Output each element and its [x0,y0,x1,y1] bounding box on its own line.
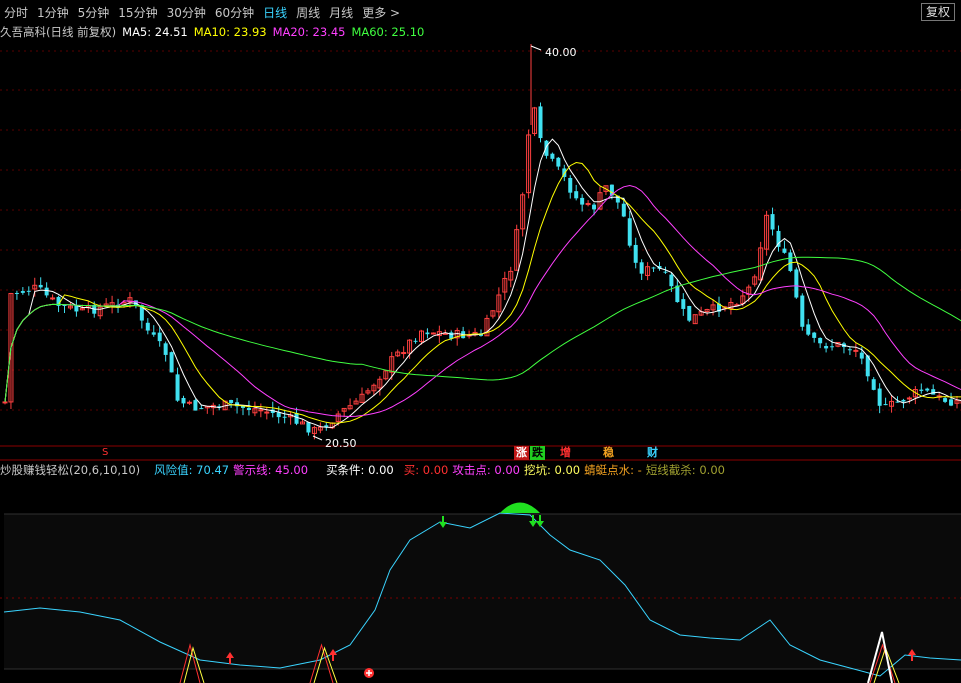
candle-body-27 [163,343,168,355]
indicator-plot-area [4,514,961,669]
candle-body-47 [282,416,287,418]
candle-body-31 [186,401,192,404]
candle-body-26 [157,332,162,342]
candle-body-99 [592,204,597,210]
candle-body-30 [181,397,186,404]
candle-body-29 [175,374,180,401]
candle-body-143 [853,349,859,352]
candle-body-132 [788,252,793,271]
candle-body-4 [26,290,31,292]
risk-value: 风险值: 70.47 [154,463,230,477]
buy-value: 买: 0.00 [403,463,449,477]
candle-body-8 [50,297,56,300]
candle-body-133 [794,269,799,298]
candle-body-151 [901,399,906,402]
signal-zeng: 增 [560,446,571,459]
candle-body-33 [199,408,204,410]
candle-body-69 [413,340,418,342]
candle-body-159 [949,399,954,406]
candle-body-28 [169,352,174,373]
candle-body-115 [687,305,692,321]
candle-body-90 [538,106,543,139]
signal-cai: 财 [647,446,658,459]
candle-body-93 [556,157,561,167]
short-kill-value: 短线截杀: 0.00 [645,463,725,477]
candle-body-91 [544,140,549,156]
candle-body-138 [824,346,829,349]
candle-body-3 [20,291,25,293]
attack-point-value: 攻击点: 0.00 [452,463,520,477]
candle-body-155 [925,388,930,391]
candle-body-7 [44,287,49,296]
candle-body-24 [145,322,150,331]
candle-body-49 [294,412,299,424]
dig-value: 挖坑: 0.00 [523,463,581,477]
candle-body-147 [877,388,882,406]
indicator-info-bar: 炒股赚钱轻松(20,6,10,10) 风险值: 70.47 警示线: 45.00… [0,461,729,479]
candle-body-44 [264,411,270,414]
candle-body-158 [943,398,948,402]
candle-body-41 [246,407,251,410]
candle-body-32 [193,400,198,411]
candle-body-131 [782,248,787,253]
candle-body-112 [669,274,674,287]
candle-body-6 [38,284,43,288]
candle-body-51 [306,422,311,433]
ma5-line [4,138,961,429]
candle-body-95 [568,177,573,193]
candle-body-156 [931,389,936,395]
candle-body-67 [401,352,407,355]
candle-body-134 [800,295,805,327]
candle-body-148 [883,404,888,406]
candle-body-137 [818,337,823,344]
candle-body-96 [574,191,579,199]
kline-chart[interactable]: 40.00 20.50 [0,0,961,683]
high-price-label: 40.00 [545,46,577,59]
candle-body-135 [806,324,811,335]
candle-body-109 [651,267,656,269]
candle-body-104 [621,203,626,217]
indicator-name[interactable]: 炒股赚钱轻松(20,6,10,10) [0,461,140,479]
candle-body-92 [550,153,555,159]
ma10-line [4,161,961,424]
candle-body-139 [830,346,835,348]
signal-wen: 稳 [603,446,614,459]
candle-body-72 [430,332,436,335]
high-label-pointer [530,45,542,51]
warn-line-value: 警示线: 45.00 [233,463,309,477]
candle-body-0 [2,401,8,404]
sell-s-mark: S [102,447,109,458]
candle-body-46 [276,412,281,418]
ma20-line [4,184,961,418]
candle-body-154 [919,389,924,391]
candle-body-129 [770,214,775,230]
peak-green-hump [500,502,540,513]
dragonfly-value: 蜻蜓点水: - [584,463,642,477]
candle-body-106 [633,244,638,263]
candle-body-152 [906,397,912,400]
candle-body-2 [14,292,19,294]
candle-body-38 [229,399,234,404]
candle-body-142 [847,349,852,351]
candle-body-150 [895,401,900,403]
candle-body-105 [627,218,632,246]
candle-body-146 [871,379,876,390]
candle-body-114 [681,299,686,309]
candle-body-43 [258,409,264,412]
candle-body-25 [151,332,156,335]
signal-die: 跌 [530,446,545,460]
candle-body-144 [859,352,864,359]
candle-body-12 [74,305,79,312]
low-price-label: 20.50 [325,437,357,450]
candle-body-136 [812,332,817,338]
signal-zhang: 涨 [514,446,529,460]
candle-body-71 [425,332,430,335]
buy-condition-value: 买条件: 0.00 [326,463,394,477]
candle-body-111 [663,271,668,273]
candle-body-97 [580,197,585,205]
candle-body-113 [675,285,680,303]
candle-body-10 [62,305,67,307]
candle-body-107 [639,262,644,274]
